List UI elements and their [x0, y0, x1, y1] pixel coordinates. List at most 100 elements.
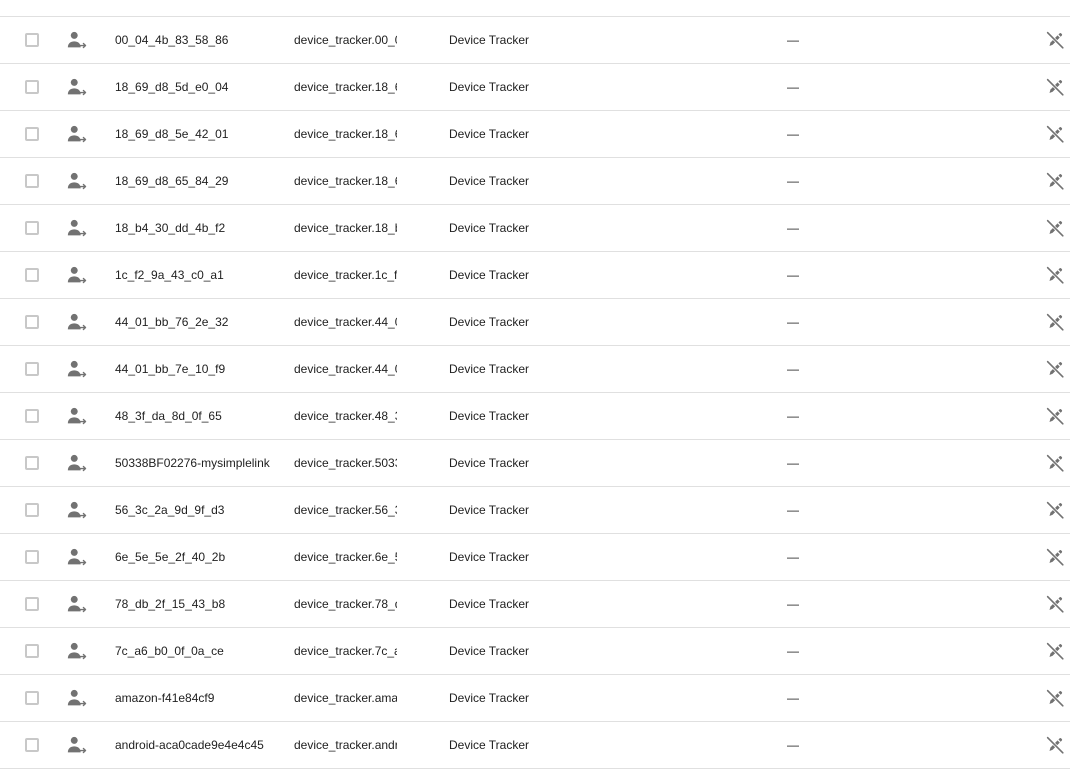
row-select-cell [25, 581, 43, 627]
entity-name: 18_69_d8_65_84_29 [115, 174, 229, 188]
table-row[interactable]: 18_69_d8_5d_e0_04 device_tracker.18_69 D… [0, 64, 1070, 111]
pencil-off-icon[interactable] [1044, 264, 1066, 286]
row-select-cell [25, 17, 43, 63]
status: — [787, 80, 799, 94]
row-checkbox[interactable] [25, 362, 39, 376]
entity-name: 7c_a6_b0_0f_0a_ce [115, 644, 224, 658]
entity-id: device_tracker.44_01 [294, 315, 397, 329]
row-icon-cell [66, 487, 90, 533]
row-checkbox[interactable] [25, 503, 39, 517]
row-checkbox[interactable] [25, 409, 39, 423]
row-select-cell [25, 299, 43, 345]
row-action-cell [1043, 487, 1067, 533]
status: — [787, 550, 799, 564]
row-select-cell [25, 675, 43, 721]
row-checkbox[interactable] [25, 644, 39, 658]
row-checkbox[interactable] [25, 221, 39, 235]
entity-name: 18_b4_30_dd_4b_f2 [115, 221, 226, 235]
table-row[interactable]: 00_04_4b_83_58_86 device_tracker.00_04 D… [0, 17, 1070, 64]
table-row[interactable]: android-aca0cade9e4e4c45 device_tracker.… [0, 722, 1070, 769]
pencil-off-icon[interactable] [1044, 405, 1066, 427]
pencil-off-icon[interactable] [1044, 76, 1066, 98]
status: — [787, 644, 799, 658]
row-checkbox[interactable] [25, 80, 39, 94]
table-row[interactable]: 18_69_d8_65_84_29 device_tracker.18_69 D… [0, 158, 1070, 205]
entity-name: 48_3f_da_8d_0f_65 [115, 409, 222, 423]
row-checkbox[interactable] [25, 33, 39, 47]
row-select-cell [25, 158, 43, 204]
row-action-cell [1043, 111, 1067, 157]
row-action-cell [1043, 628, 1067, 674]
pencil-off-icon[interactable] [1044, 311, 1066, 333]
row-checkbox[interactable] [25, 127, 39, 141]
entity-id: device_tracker.18_69 [294, 174, 397, 188]
table-row[interactable]: 50338BF02276-mysimplelink device_tracker… [0, 440, 1070, 487]
account-arrow-right-icon [66, 217, 88, 239]
pencil-off-icon[interactable] [1044, 358, 1066, 380]
row-select-cell [25, 205, 43, 251]
row-icon-cell [66, 440, 90, 486]
entity-id: device_tracker.00_04 [294, 33, 397, 47]
row-checkbox[interactable] [25, 268, 39, 282]
pencil-off-icon[interactable] [1044, 546, 1066, 568]
pencil-off-icon[interactable] [1044, 29, 1066, 51]
table-row[interactable]: 18_69_d8_5e_42_01 device_tracker.18_69 D… [0, 111, 1070, 158]
table-row[interactable]: 7c_a6_b0_0f_0a_ce device_tracker.7c_a6 D… [0, 628, 1070, 675]
row-checkbox[interactable] [25, 174, 39, 188]
entity-id: device_tracker.amaz [294, 691, 397, 705]
status: — [787, 691, 799, 705]
table-row[interactable]: 44_01_bb_76_2e_32 device_tracker.44_01 D… [0, 299, 1070, 346]
integration: Device Tracker [449, 456, 530, 470]
row-icon-cell [66, 158, 90, 204]
entity-name: 00_04_4b_83_58_86 [115, 33, 229, 47]
pencil-off-icon[interactable] [1044, 123, 1066, 145]
row-select-cell [25, 440, 43, 486]
row-checkbox[interactable] [25, 315, 39, 329]
table-row[interactable]: 78_db_2f_15_43_b8 device_tracker.78_db D… [0, 581, 1070, 628]
pencil-off-icon[interactable] [1044, 734, 1066, 756]
entity-name: 56_3c_2a_9d_9f_d3 [115, 503, 225, 517]
pencil-off-icon[interactable] [1044, 170, 1066, 192]
table-row[interactable]: 6e_5e_5e_2f_40_2b device_tracker.6e_5e D… [0, 534, 1070, 581]
status: — [787, 174, 799, 188]
pencil-off-icon[interactable] [1044, 593, 1066, 615]
row-icon-cell [66, 722, 90, 768]
row-select-cell [25, 64, 43, 110]
table-row[interactable]: amazon-f41e84cf9 device_tracker.amaz Dev… [0, 675, 1070, 722]
account-arrow-right-icon [66, 499, 88, 521]
row-action-cell [1043, 534, 1067, 580]
account-arrow-right-icon [66, 264, 88, 286]
pencil-off-icon[interactable] [1044, 687, 1066, 709]
account-arrow-right-icon [66, 29, 88, 51]
status: — [787, 127, 799, 141]
entity-name: 18_69_d8_5e_42_01 [115, 127, 229, 141]
account-arrow-right-icon [66, 76, 88, 98]
row-checkbox[interactable] [25, 738, 39, 752]
table-row[interactable]: 48_3f_da_8d_0f_65 device_tracker.48_3f D… [0, 393, 1070, 440]
row-checkbox[interactable] [25, 597, 39, 611]
row-action-cell [1043, 158, 1067, 204]
row-checkbox[interactable] [25, 550, 39, 564]
row-checkbox[interactable] [25, 456, 39, 470]
integration: Device Tracker [449, 362, 530, 376]
row-action-cell [1043, 393, 1067, 439]
entity-name: amazon-f41e84cf9 [115, 691, 215, 705]
pencil-off-icon[interactable] [1044, 640, 1066, 662]
pencil-off-icon[interactable] [1044, 499, 1066, 521]
integration: Device Tracker [449, 550, 530, 564]
pencil-off-icon[interactable] [1044, 452, 1066, 474]
account-arrow-right-icon [66, 546, 88, 568]
row-icon-cell [66, 252, 90, 298]
table-row[interactable]: 1c_f2_9a_43_c0_a1 device_tracker.1c_f2 D… [0, 252, 1070, 299]
account-arrow-right-icon [66, 311, 88, 333]
table-row[interactable]: 18_b4_30_dd_4b_f2 device_tracker.18_b4 D… [0, 205, 1070, 252]
integration: Device Tracker [449, 33, 530, 47]
table-row[interactable]: 44_01_bb_7e_10_f9 device_tracker.44_01 D… [0, 346, 1070, 393]
row-checkbox[interactable] [25, 691, 39, 705]
pencil-off-icon[interactable] [1044, 217, 1066, 239]
row-select-cell [25, 722, 43, 768]
table-row[interactable]: 56_3c_2a_9d_9f_d3 device_tracker.56_3c D… [0, 487, 1070, 534]
row-select-cell [25, 534, 43, 580]
entity-name: 1c_f2_9a_43_c0_a1 [115, 268, 224, 282]
entity-name: 6e_5e_5e_2f_40_2b [115, 550, 226, 564]
